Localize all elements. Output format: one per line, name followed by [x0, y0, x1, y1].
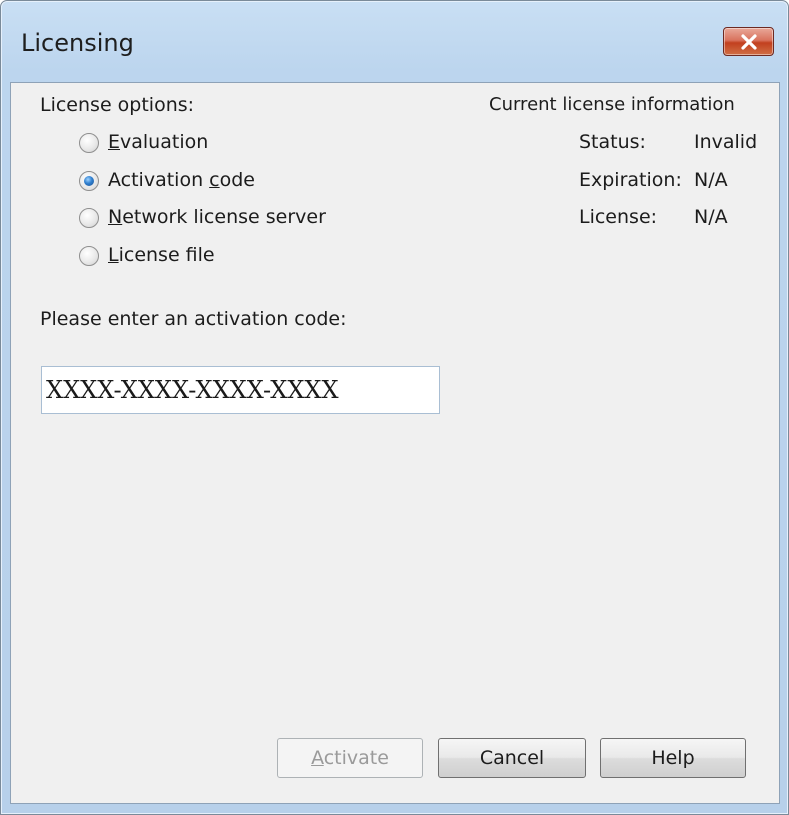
close-icon: [741, 34, 757, 50]
radio-button-license-file[interactable]: [79, 246, 99, 266]
status-value: Invalid: [694, 131, 758, 153]
activate-button[interactable]: Activate: [277, 738, 423, 778]
license-value: N/A: [694, 206, 728, 228]
radio-label-network-license-server[interactable]: Network license server: [108, 206, 326, 228]
current-license-heading: Current license information: [489, 94, 735, 115]
radio-button-evaluation[interactable]: [79, 133, 99, 153]
license-options-heading: License options:: [40, 94, 195, 116]
dialog-content: License options: Evaluation Activation c…: [10, 82, 780, 804]
license-label: License:: [579, 206, 658, 228]
radio-button-activation-code[interactable]: [79, 171, 99, 191]
licensing-dialog: Licensing License options: Evaluation Ac…: [0, 0, 789, 815]
cancel-button[interactable]: Cancel: [438, 738, 586, 778]
title-bar[interactable]: Licensing: [1, 1, 788, 81]
radio-label-evaluation[interactable]: Evaluation: [108, 131, 208, 153]
expiration-label: Expiration:: [579, 169, 682, 191]
radio-label-license-file[interactable]: License file: [108, 244, 215, 266]
expiration-value: N/A: [694, 169, 728, 191]
activation-code-prompt: Please enter an activation code:: [40, 308, 347, 330]
window-title: Licensing: [21, 29, 134, 57]
close-button[interactable]: [723, 27, 774, 56]
activation-code-input[interactable]: [41, 366, 440, 414]
radio-label-activation-code[interactable]: Activation code: [108, 169, 255, 191]
help-button[interactable]: Help: [600, 738, 746, 778]
radio-button-network-license-server[interactable]: [79, 208, 99, 228]
status-label: Status:: [579, 131, 646, 153]
